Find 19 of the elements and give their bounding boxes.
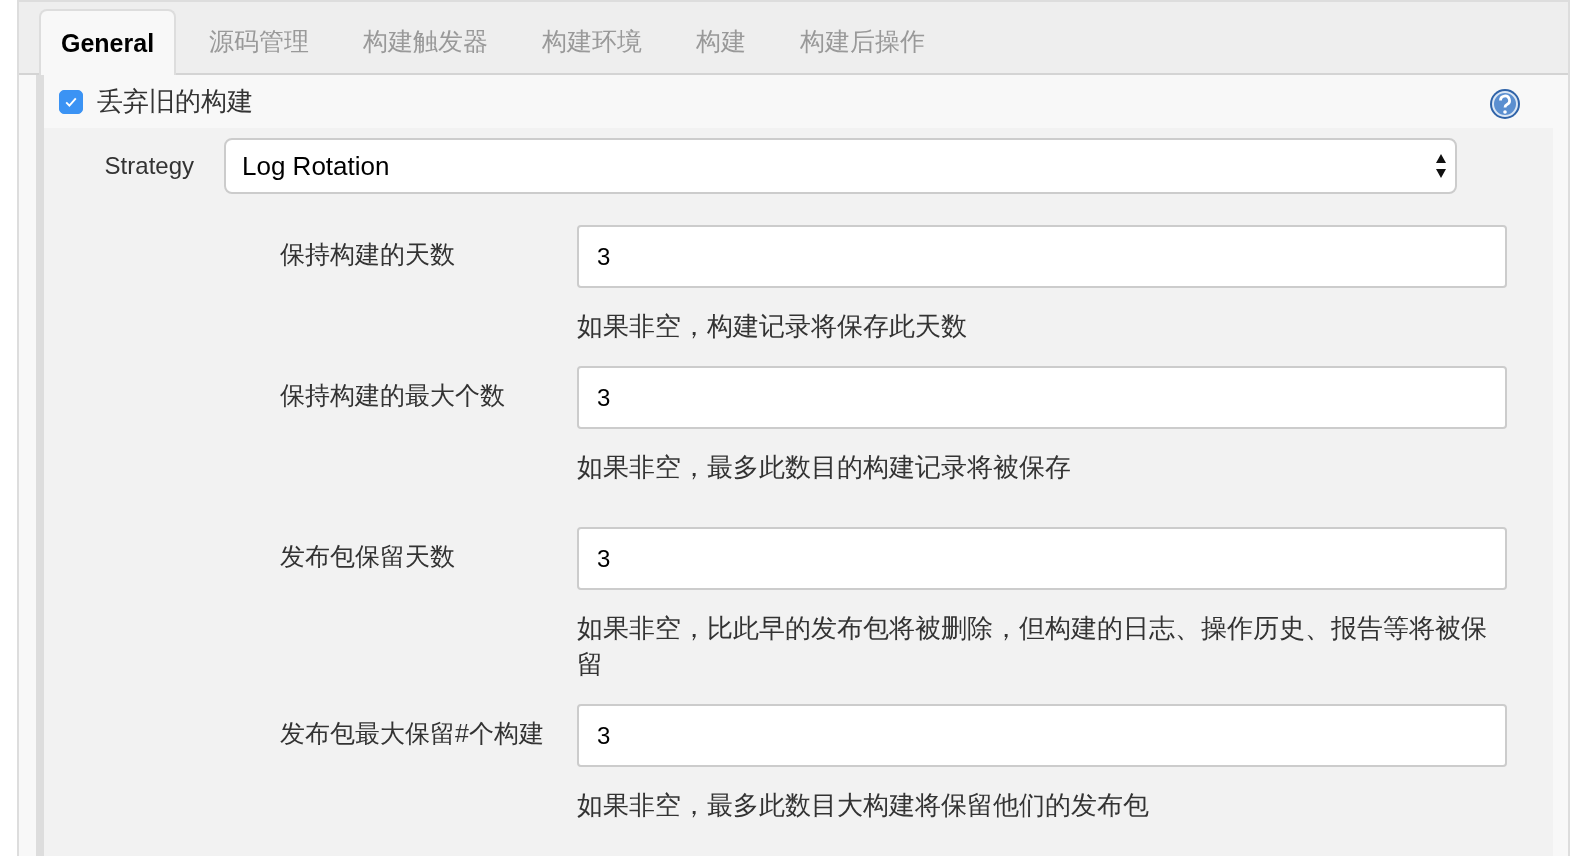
checkbox[interactable] (59, 89, 83, 114)
help-icon[interactable] (1489, 87, 1521, 120)
strategy-dropdown[interactable]: Log Rotation (224, 138, 1457, 194)
input-field[interactable]: 3 (577, 225, 1507, 288)
field-label: 发布包保留天数 (279, 541, 456, 572)
field-label: 保持构建的天数 (279, 239, 456, 270)
help-text: 如果非空，最多此数目的构建记录将被保存 (577, 452, 1072, 483)
field-label: 发布包最大保留#个构建 (279, 718, 545, 749)
field-label: 保持构建的最大个数 (279, 380, 506, 411)
tab[interactable]: General (39, 9, 177, 75)
strategy-label: Strategy (103, 152, 194, 180)
help-text: 如果非空，比此早的发布包将被删除，但构建的日志、操作历史、报告等将被保留 (577, 613, 1488, 680)
input-field[interactable]: 3 (577, 366, 1507, 429)
dropdown-arrows-icon (1435, 153, 1447, 179)
input-field[interactable]: 3 (577, 704, 1507, 767)
help-text: 如果非空，最多此数目大构建将保留他们的发布包 (577, 790, 1150, 821)
input-field[interactable]: 3 (577, 527, 1507, 590)
checkbox-label: 丢弃旧的构建 (97, 85, 253, 118)
help-text: 如果非空，构建记录将保存此天数 (577, 311, 968, 342)
